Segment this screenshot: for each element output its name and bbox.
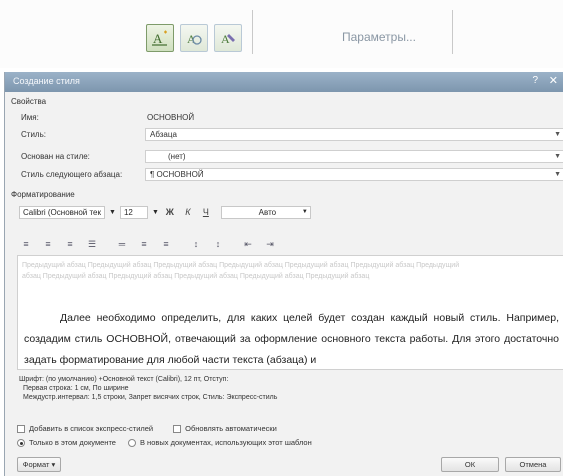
color-value: Авто [258,207,277,217]
styles-pane-toolbar: A A A Параметры... [0,0,563,68]
based-on-label: Основан на стиле: [21,152,90,161]
next-style-label: Стиль следующего абзаца: [21,170,123,179]
chevron-down-icon: ▼ [554,131,561,138]
add-quick-styles-label: Добавить в список экспресс-стилей [29,424,154,433]
double-spacing-icon[interactable]: ≡ [159,239,173,249]
increase-indent-icon[interactable]: ⇥ [263,239,277,249]
space-after-icon[interactable]: ↕ [211,239,225,249]
only-this-document-radio[interactable] [17,438,25,447]
next-style-select[interactable]: ¶ ОСНОВНОЙ ▼ [145,168,563,181]
chevron-down-icon: ▼ [301,208,308,215]
style-type-value: Абзаца [150,130,177,139]
color-select[interactable]: Авто ▼ [220,205,311,219]
new-style-icon: A [152,30,167,46]
toolbar-separator [252,10,253,54]
decrease-indent-icon[interactable]: ⇤ [241,239,255,249]
desc-line: Шрифт: (по умолчанию) +Основной текст (C… [19,376,229,383]
based-on-select[interactable]: (нет) ▼ [145,150,563,163]
create-style-dialog: Создание стиля ? ✕ Свойства Имя: ОСНОВНО… [4,72,563,476]
cancel-button[interactable]: Отмена [505,457,561,472]
align-center-icon[interactable]: ≡ [41,239,55,249]
chevron-down-icon: ▼ [554,153,561,160]
align-left-icon[interactable]: ≡ [19,239,33,249]
preview-text: Далее необходимо определить, для каких ц… [24,312,559,366]
new-documents-radio[interactable] [127,438,136,447]
chevron-down-icon[interactable]: ▼ [152,209,159,216]
desc-line: Междустр.интервал: 1,5 строки, Запрет ви… [23,394,278,401]
style-type-label: Стиль: [21,130,46,139]
auto-update-checkbox[interactable] [173,424,182,433]
format-button[interactable]: Формат ▾ [17,457,61,472]
add-quick-styles-checkbox[interactable] [17,424,25,433]
ok-button[interactable]: ОК [441,457,499,472]
close-icon[interactable]: ✕ [549,74,558,87]
based-on-value: (нет) [168,152,186,161]
font-select[interactable]: Calibri (Основной тек [19,205,105,219]
bold-button[interactable]: Ж [163,206,177,219]
dialog-title: Создание стиля [13,76,80,86]
auto-update-label: Обновлять автоматически [185,424,277,433]
align-justify-icon[interactable]: ☰ [85,239,99,249]
properties-heading: Свойства [11,97,47,106]
toolbar-separator [452,10,453,54]
manage-styles-button[interactable]: A [214,24,242,52]
space-before-icon[interactable]: ↕ [189,239,203,249]
name-field[interactable]: ОСНОВНОЙ [147,113,194,122]
style-inspector-button[interactable]: A [180,24,208,52]
formatting-heading: Форматирование [11,190,75,199]
new-style-button[interactable]: A [146,24,174,52]
next-style-value: ¶ ОСНОВНОЙ [150,170,204,179]
font-toolbar: Calibri (Основной тек ▼ 12 ▼ Ж К Ч Авто … [19,204,311,220]
size-value: 12 [123,207,133,217]
desc-line: Первая строка: 1 см, По ширине [23,385,129,392]
dialog-titlebar: Создание стиля ? ✕ [5,72,563,92]
underline-button[interactable]: Ч [199,206,213,219]
paragraph-toolbar: ≡ ≡ ≡ ☰ ═ ≡ ≡ ↕ ↕ ⇤ ⇥ [19,237,277,251]
scope-row: Только в этом документе В новых документ… [17,438,312,447]
align-right-icon[interactable]: ≡ [63,239,77,249]
size-select[interactable]: 12 [119,205,148,219]
add-quick-styles-row: Добавить в список экспресс-стилей Обновл… [17,424,277,433]
parameters-link[interactable]: Параметры... [342,30,416,44]
one-half-spacing-icon[interactable]: ≡ [137,239,151,249]
name-label: Имя: [21,113,39,122]
manage-styles-icon: A [221,32,235,46]
style-inspector-icon: A [187,32,202,46]
only-this-document-label: Только в этом документе [29,438,116,447]
help-icon[interactable]: ? [532,75,538,86]
chevron-down-icon[interactable]: ▼ [109,209,116,216]
style-preview: Предыдущий абзац Предыдущий абзац Предыд… [17,255,563,370]
new-documents-label: В новых документах, использующих этот ша… [139,438,312,447]
preview-previous-paragraph: Предыдущий абзац Предыдущий абзац Предыд… [22,262,460,280]
chevron-down-icon: ▼ [554,171,561,178]
preview-sample-text: Далее необходимо определить, для каких ц… [24,308,559,369]
svg-text:A: A [221,32,230,46]
italic-button[interactable]: К [181,206,195,219]
style-description: Шрифт: (по умолчанию) +Основной текст (C… [19,375,559,402]
style-type-select[interactable]: Абзаца ▼ [145,128,563,141]
svg-text:A: A [153,31,163,46]
single-spacing-icon[interactable]: ═ [115,239,129,249]
font-value: Calibri (Основной тек [23,207,101,217]
